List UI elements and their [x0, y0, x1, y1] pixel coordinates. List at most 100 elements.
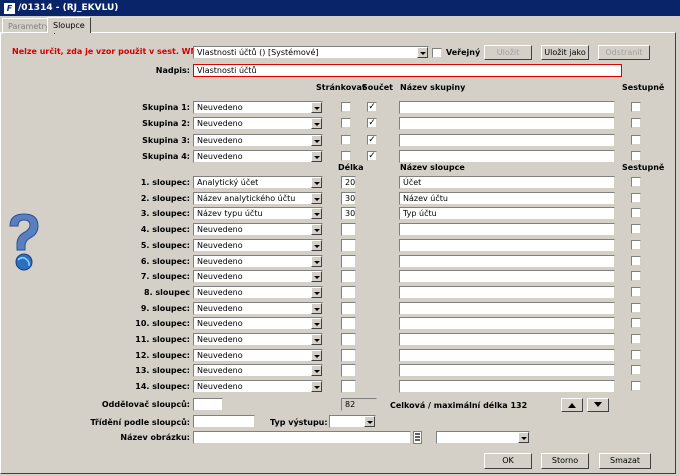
- chevron-down-icon[interactable]: [311, 193, 322, 204]
- group-name-input[interactable]: [399, 150, 615, 163]
- column-name-input[interactable]: [399, 286, 615, 299]
- chevron-down-icon[interactable]: [311, 350, 322, 361]
- group-desc-checkbox[interactable]: [631, 118, 641, 128]
- group-select[interactable]: Neuvedeno: [193, 117, 323, 130]
- column-select[interactable]: Neuvedeno: [193, 317, 323, 330]
- group-name-input[interactable]: [399, 101, 615, 114]
- column-select[interactable]: Neuvedeno: [193, 239, 323, 252]
- column-desc-checkbox[interactable]: [631, 224, 641, 234]
- picture-browse-button[interactable]: [413, 431, 422, 444]
- sort-input[interactable]: [193, 415, 255, 428]
- group-select[interactable]: Neuvedeno: [193, 150, 323, 163]
- column-select[interactable]: Neuvedeno: [193, 333, 323, 346]
- column-length-input[interactable]: [341, 349, 356, 362]
- group-paging-checkbox[interactable]: [341, 102, 351, 112]
- remove-button[interactable]: Odstranit: [598, 45, 650, 60]
- column-length-input[interactable]: [341, 255, 356, 268]
- template-select[interactable]: Vlastnosti účtů () [Systémové]: [193, 46, 429, 59]
- column-name-input[interactable]: [399, 302, 615, 315]
- chevron-down-icon[interactable]: [311, 334, 322, 345]
- column-desc-checkbox[interactable]: [631, 381, 641, 391]
- column-select[interactable]: Neuvedeno: [193, 223, 323, 236]
- chevron-down-icon[interactable]: [311, 381, 322, 392]
- column-select[interactable]: Neuvedeno: [193, 255, 323, 268]
- column-desc-checkbox[interactable]: [631, 240, 641, 250]
- output-type-select[interactable]: [329, 415, 376, 428]
- column-select[interactable]: Neuvedeno: [193, 349, 323, 362]
- column-length-input[interactable]: [341, 333, 356, 346]
- column-name-input[interactable]: [399, 223, 615, 236]
- tab-sloupce[interactable]: Sloupce: [47, 17, 91, 33]
- column-name-input[interactable]: [399, 349, 615, 362]
- column-length-input[interactable]: [341, 223, 356, 236]
- group-select[interactable]: Neuvedeno: [193, 101, 323, 114]
- column-name-input[interactable]: [399, 380, 615, 393]
- ok-button[interactable]: OK: [484, 453, 532, 469]
- group-sum-checkbox[interactable]: ✓: [367, 102, 377, 112]
- cancel-button[interactable]: Storno: [541, 453, 589, 469]
- column-name-input[interactable]: [399, 333, 615, 346]
- delete-button[interactable]: Smazat: [599, 453, 651, 469]
- column-select[interactable]: Neuvedeno: [193, 380, 323, 393]
- move-up-button[interactable]: [561, 398, 583, 412]
- column-name-input[interactable]: Název účtu: [399, 192, 615, 205]
- save-button[interactable]: Uložit: [484, 45, 532, 60]
- group-select[interactable]: Neuvedeno: [193, 134, 323, 147]
- group-desc-checkbox[interactable]: [631, 135, 641, 145]
- column-select[interactable]: Neuvedeno: [193, 270, 323, 283]
- chevron-down-icon[interactable]: [311, 365, 322, 376]
- group-paging-checkbox[interactable]: [341, 135, 351, 145]
- column-desc-checkbox[interactable]: [631, 271, 641, 281]
- column-length-input[interactable]: [341, 239, 356, 252]
- column-desc-checkbox[interactable]: [631, 318, 641, 328]
- group-sum-checkbox[interactable]: ✓: [367, 151, 377, 161]
- column-desc-checkbox[interactable]: [631, 208, 641, 218]
- public-checkbox[interactable]: [432, 48, 442, 58]
- column-desc-checkbox[interactable]: [631, 350, 641, 360]
- column-name-input[interactable]: [399, 317, 615, 330]
- column-name-input[interactable]: [399, 239, 615, 252]
- chevron-down-icon[interactable]: [311, 303, 322, 314]
- chevron-down-icon[interactable]: [311, 102, 322, 113]
- column-length-input[interactable]: 30: [341, 207, 356, 220]
- chevron-down-icon[interactable]: [311, 287, 322, 298]
- column-length-input[interactable]: [341, 317, 356, 330]
- group-name-input[interactable]: [399, 134, 615, 147]
- chevron-down-icon[interactable]: [311, 271, 322, 282]
- group-sum-checkbox[interactable]: ✓: [367, 135, 377, 145]
- column-length-input[interactable]: [341, 270, 356, 283]
- column-name-input[interactable]: [399, 270, 615, 283]
- group-name-input[interactable]: [399, 117, 615, 130]
- save-as-button[interactable]: Uložit jako: [541, 45, 589, 60]
- column-length-input[interactable]: [341, 364, 356, 377]
- chevron-down-icon[interactable]: [311, 118, 322, 129]
- chevron-down-icon[interactable]: [311, 240, 322, 251]
- group-paging-checkbox[interactable]: [341, 151, 351, 161]
- column-length-input[interactable]: 30: [341, 192, 356, 205]
- column-select[interactable]: Neuvedeno: [193, 302, 323, 315]
- column-select[interactable]: Název analytického účtu: [193, 192, 323, 205]
- column-length-input[interactable]: [341, 286, 356, 299]
- picture-input[interactable]: [193, 431, 411, 444]
- chevron-down-icon[interactable]: [311, 135, 322, 146]
- column-desc-checkbox[interactable]: [631, 193, 641, 203]
- chevron-down-icon[interactable]: [518, 432, 529, 443]
- column-desc-checkbox[interactable]: [631, 256, 641, 266]
- column-name-input[interactable]: [399, 255, 615, 268]
- group-paging-checkbox[interactable]: [341, 118, 351, 128]
- column-length-input[interactable]: [341, 302, 356, 315]
- chevron-down-icon[interactable]: [311, 151, 322, 162]
- column-select[interactable]: Neuvedeno: [193, 286, 323, 299]
- column-desc-checkbox[interactable]: [631, 177, 641, 187]
- column-name-input[interactable]: Typ účtu: [399, 207, 615, 220]
- group-desc-checkbox[interactable]: [631, 151, 641, 161]
- column-name-input[interactable]: [399, 364, 615, 377]
- column-desc-checkbox[interactable]: [631, 303, 641, 313]
- chevron-down-icon[interactable]: [311, 318, 322, 329]
- column-desc-checkbox[interactable]: [631, 287, 641, 297]
- group-sum-checkbox[interactable]: ✓: [367, 118, 377, 128]
- picture-select[interactable]: [436, 431, 530, 444]
- chevron-down-icon[interactable]: [364, 416, 375, 427]
- chevron-down-icon[interactable]: [311, 224, 322, 235]
- move-down-button[interactable]: [587, 398, 609, 412]
